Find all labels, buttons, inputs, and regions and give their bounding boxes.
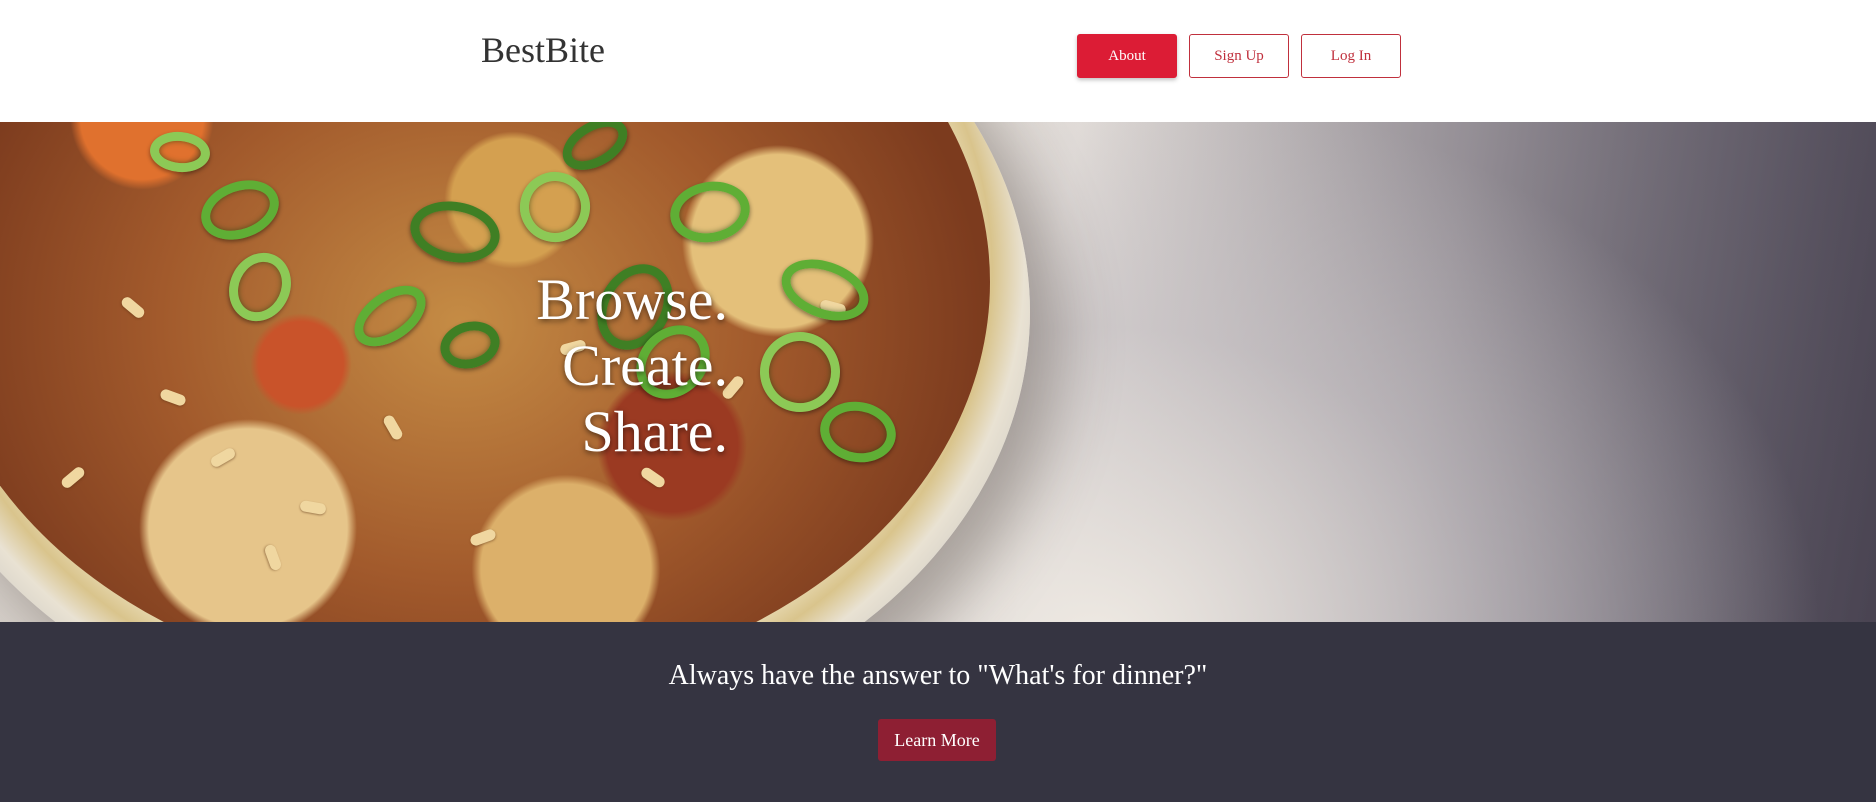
hero-line-create: Create.: [562, 333, 728, 398]
hero-banner: Browse. Create. Share.: [0, 122, 1876, 622]
cta-band: Always have the answer to "What's for di…: [0, 622, 1876, 802]
site-header: BestBite About Sign Up Log In: [0, 0, 1876, 122]
hero-line-browse: Browse.: [536, 267, 728, 332]
brand-logo[interactable]: BestBite: [481, 26, 605, 74]
log-in-button[interactable]: Log In: [1301, 34, 1401, 78]
hero-line-share: Share.: [581, 399, 728, 464]
learn-more-button[interactable]: Learn More: [878, 719, 996, 761]
page: BestBite About Sign Up Log In Browse. Cr…: [0, 0, 1876, 802]
sign-up-button[interactable]: Sign Up: [1189, 34, 1289, 78]
about-button[interactable]: About: [1077, 34, 1177, 78]
hero-headline: Browse. Create. Share.: [0, 267, 728, 465]
tagline: Always have the answer to "What's for di…: [668, 660, 1208, 691]
